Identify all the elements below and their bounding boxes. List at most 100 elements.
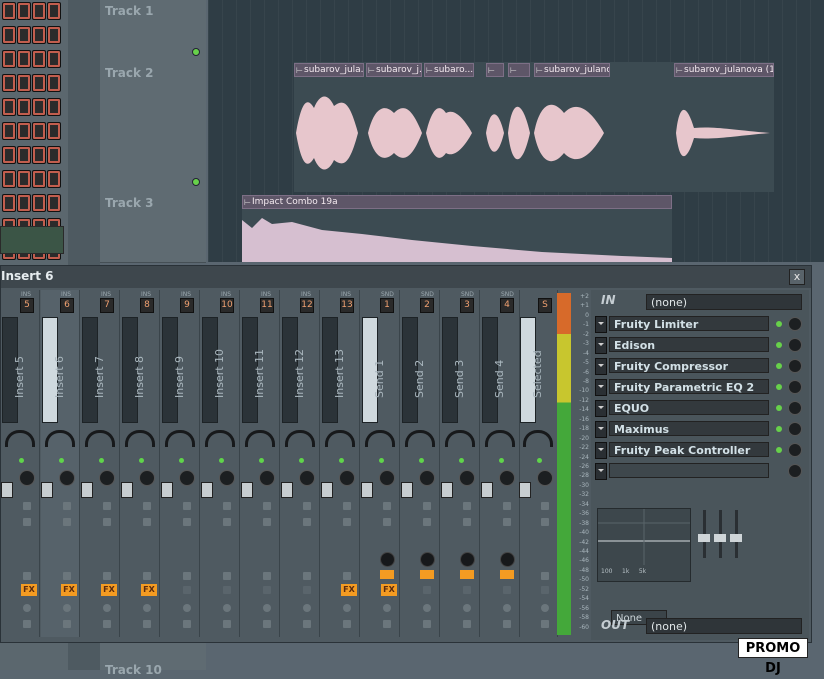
mixer-strip[interactable]: INS 9 Insert 9	[161, 290, 200, 637]
volume-knob[interactable]	[499, 470, 515, 486]
route-arrow-icon[interactable]	[500, 570, 514, 579]
save-icon[interactable]	[103, 620, 111, 628]
volume-fader[interactable]	[81, 482, 93, 498]
audio-clip[interactable]: subarov_j...	[366, 63, 422, 77]
fx-icon[interactable]: FX	[381, 584, 397, 596]
fx-icon[interactable]	[303, 586, 311, 594]
step-button[interactable]	[17, 146, 31, 164]
strip-active-led[interactable]	[537, 458, 542, 463]
volume-knob[interactable]	[537, 470, 553, 486]
step-button[interactable]	[47, 194, 61, 212]
effect-slot[interactable]: Fruity Peak Controller	[609, 442, 769, 457]
mixer-strip[interactable]: INS 12 Insert 12	[281, 290, 320, 637]
volume-knob[interactable]	[99, 470, 115, 486]
slot-menu-arrow[interactable]	[595, 358, 607, 375]
strip-active-led[interactable]	[19, 458, 24, 463]
slot-mix-knob[interactable]	[788, 464, 802, 478]
strip-number[interactable]: 3	[460, 298, 474, 313]
slot-menu-arrow[interactable]	[595, 421, 607, 438]
slot-mix-knob[interactable]	[788, 359, 802, 373]
clock-icon[interactable]	[383, 604, 391, 612]
send-knob[interactable]	[420, 552, 435, 567]
volume-fader[interactable]	[161, 482, 173, 498]
mixer-strip[interactable]: INS 7 Insert 7 FX	[81, 290, 120, 637]
volume-fader[interactable]	[481, 482, 493, 498]
save-icon[interactable]	[541, 620, 549, 628]
fx-icon[interactable]: FX	[21, 584, 37, 596]
volume-knob[interactable]	[339, 470, 355, 486]
slot-enable-led[interactable]	[776, 321, 782, 327]
audio-clip[interactable]	[486, 63, 504, 77]
route-arrow-icon[interactable]	[103, 572, 111, 580]
pan-knob[interactable]	[205, 430, 235, 447]
pan-knob[interactable]	[365, 430, 395, 447]
slot-menu-arrow[interactable]	[595, 316, 607, 333]
slot-menu-arrow[interactable]	[595, 337, 607, 354]
swap-icon[interactable]	[303, 518, 311, 526]
route-arrow-icon[interactable]	[303, 572, 311, 580]
fx-icon[interactable]	[423, 586, 431, 594]
step-button[interactable]	[32, 2, 46, 20]
volume-fader[interactable]	[361, 482, 373, 498]
step-button[interactable]	[2, 194, 16, 212]
strip-active-led[interactable]	[179, 458, 184, 463]
mixer-strip[interactable]: INS 13 Insert 13 FX	[321, 290, 360, 637]
slot-mix-knob[interactable]	[788, 422, 802, 436]
save-icon[interactable]	[263, 620, 271, 628]
fx-icon[interactable]	[463, 586, 471, 594]
volume-knob[interactable]	[459, 470, 475, 486]
pan-knob[interactable]	[285, 430, 315, 447]
swap-up-icon[interactable]	[463, 502, 471, 510]
fx-icon[interactable]: FX	[341, 584, 357, 596]
effect-slot[interactable]: Maximus	[609, 421, 769, 436]
strip-number[interactable]: 4	[500, 298, 514, 313]
track-header-1[interactable]: Track 1	[100, 0, 206, 63]
step-button[interactable]	[47, 122, 61, 140]
clock-icon[interactable]	[541, 604, 549, 612]
swap-icon[interactable]	[383, 518, 391, 526]
save-icon[interactable]	[223, 620, 231, 628]
swap-icon[interactable]	[463, 518, 471, 526]
pan-knob[interactable]	[85, 430, 115, 447]
swap-icon[interactable]	[263, 518, 271, 526]
strip-number[interactable]: 13	[340, 298, 354, 313]
strip-active-led[interactable]	[59, 458, 64, 463]
strip-active-led[interactable]	[419, 458, 424, 463]
mixer-strip[interactable]: SND 1 Send 1 FX	[361, 290, 400, 637]
step-button[interactable]	[17, 26, 31, 44]
save-icon[interactable]	[423, 620, 431, 628]
mixer-strip[interactable]: INS 10 Insert 10	[201, 290, 240, 637]
strip-number[interactable]: 1	[380, 298, 394, 313]
route-arrow-icon[interactable]	[183, 572, 191, 580]
audio-clip[interactable]: subaro...	[424, 63, 474, 77]
effect-slot[interactable]: Fruity Compressor	[609, 358, 769, 373]
track-mute-led[interactable]	[192, 178, 200, 186]
step-button[interactable]	[32, 74, 46, 92]
slot-enable-led[interactable]	[776, 363, 782, 369]
slot-enable-led[interactable]	[776, 426, 782, 432]
step-button[interactable]	[2, 26, 16, 44]
route-arrow-icon[interactable]	[23, 572, 31, 580]
volume-fader[interactable]	[121, 482, 133, 498]
slot-mix-knob[interactable]	[788, 317, 802, 331]
step-button[interactable]	[32, 26, 46, 44]
slot-menu-arrow[interactable]	[595, 400, 607, 417]
step-button[interactable]	[2, 146, 16, 164]
route-arrow-icon[interactable]	[460, 570, 474, 579]
slot-menu-arrow[interactable]	[595, 463, 607, 480]
clock-icon[interactable]	[263, 604, 271, 612]
slot-mix-knob[interactable]	[788, 401, 802, 415]
mixer-strip[interactable]: INS 8 Insert 8 FX	[121, 290, 160, 637]
fx-icon[interactable]: FX	[101, 584, 117, 596]
swap-up-icon[interactable]	[63, 502, 71, 510]
pan-knob[interactable]	[485, 430, 515, 447]
slot-enable-led[interactable]	[776, 447, 782, 453]
pan-knob[interactable]	[125, 430, 155, 447]
mixer-strip[interactable]: S Selected	[519, 290, 558, 637]
route-arrow-icon[interactable]	[143, 572, 151, 580]
volume-knob[interactable]	[259, 470, 275, 486]
effect-slot[interactable]: EQUO	[609, 400, 769, 415]
track-header-2[interactable]: Track 2	[100, 62, 206, 193]
step-button[interactable]	[47, 170, 61, 188]
slot-mix-knob[interactable]	[788, 338, 802, 352]
